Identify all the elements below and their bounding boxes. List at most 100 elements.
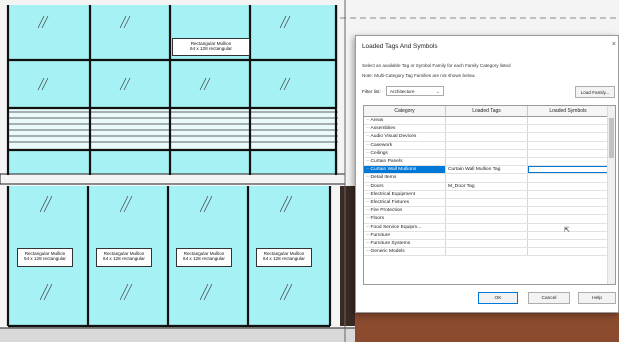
loaded-symbol-cell[interactable] <box>528 207 609 215</box>
loaded-tag-cell[interactable]: Curtain Wall Mullion Tag <box>446 166 528 174</box>
loaded-tag-cell[interactable] <box>446 215 528 223</box>
loaded-tag-cell[interactable] <box>446 248 528 256</box>
loaded-tag-cell[interactable] <box>446 149 528 157</box>
ok-button[interactable]: OK <box>478 292 518 304</box>
table-row[interactable]: ─Detail Items <box>364 174 609 183</box>
category-label: Furniture Systems <box>370 241 411 246</box>
table-row[interactable]: ─Generic Models <box>364 248 609 257</box>
load-family-button[interactable]: Load Family... <box>575 86 615 98</box>
category-cell[interactable]: ─Curtain Panels <box>364 158 446 166</box>
loaded-symbol-cell[interactable] <box>528 149 609 157</box>
category-label: Casework <box>370 142 393 148</box>
table-row[interactable]: ─Furniture Systems <box>364 240 609 249</box>
loaded-symbol-cell[interactable] <box>528 240 609 248</box>
tree-line-icon: ─ <box>366 200 370 205</box>
category-label: Curtain Panels <box>370 159 403 164</box>
loaded-tag-cell[interactable] <box>446 125 528 133</box>
table-row[interactable]: ─Food Service Equipm... <box>364 223 609 232</box>
category-cell[interactable]: ─Curtain Wall Mullions <box>364 166 446 174</box>
category-cell[interactable]: ─Detail Items <box>364 174 446 182</box>
loaded-tag-cell[interactable] <box>446 223 528 231</box>
category-cell[interactable]: ─Ceilings <box>364 149 446 157</box>
category-cell[interactable]: ─Audio Visual Devices <box>364 133 446 141</box>
category-cell[interactable]: ─Electrical Equipment <box>364 190 446 198</box>
loaded-tag-cell[interactable] <box>446 240 528 248</box>
loaded-tags-dialog: Loaded Tags And Symbols × Select an avai… <box>355 35 619 313</box>
tree-line-icon: ─ <box>366 175 370 181</box>
cancel-button[interactable]: Cancel <box>528 292 570 304</box>
close-icon[interactable]: × <box>612 41 616 48</box>
loaded-tag-cell[interactable] <box>446 231 528 239</box>
mullion-tag[interactable]: Rectangular Mullion 64 x 128 rectangular <box>17 248 73 267</box>
category-cell[interactable]: ─Food Service Equipm... <box>364 223 446 231</box>
category-cell[interactable]: ─Generic Models <box>364 248 446 256</box>
loaded-tag-cell[interactable] <box>446 207 528 215</box>
category-cell[interactable]: ─Casework <box>364 141 446 149</box>
category-cell[interactable]: ─Assemblies <box>364 125 446 133</box>
tree-line-icon: ─ <box>366 159 370 164</box>
vertical-scrollbar[interactable] <box>607 106 615 284</box>
chevron-down-icon: ⌄ <box>435 89 440 95</box>
table-row[interactable]: ─Fire Protection <box>364 207 609 216</box>
table-row[interactable]: ─Electrical Fixtures <box>364 199 609 208</box>
loaded-symbol-cell[interactable] <box>528 141 609 149</box>
loaded-tag-cell[interactable]: M_Door Tag <box>446 182 528 190</box>
table-row[interactable]: ─Ceilings <box>364 149 609 158</box>
loaded-tag-cell[interactable] <box>446 141 528 149</box>
category-cell[interactable]: ─Fire Protection <box>364 207 446 215</box>
mullion-tag[interactable]: Rectangular Mullion 64 x 128 rectangular <box>172 38 250 56</box>
category-label: Furniture <box>370 232 391 238</box>
loaded-tag-cell[interactable] <box>446 133 528 141</box>
table-row[interactable]: ─Floors <box>364 215 609 224</box>
tree-line-icon: ─ <box>366 249 370 255</box>
loaded-symbol-cell[interactable] <box>528 248 609 256</box>
loaded-tag-cell[interactable] <box>446 190 528 198</box>
category-cell[interactable]: ─Furniture <box>364 231 446 239</box>
mullion-tag[interactable]: Rectangular Mullion 64 x 128 rectangular <box>176 248 232 267</box>
mullion-tag[interactable]: Rectangular Mullion 64 x 128 rectangular <box>256 248 312 267</box>
scrollbar-thumb[interactable] <box>609 118 614 158</box>
loaded-symbol-cell[interactable] <box>528 190 609 198</box>
filter-dropdown[interactable]: Architecture ⌄ <box>386 86 444 96</box>
category-cell[interactable]: ─Furniture Systems <box>364 240 446 248</box>
column-header-loaded-symbols[interactable]: Loaded Symbols <box>528 106 609 117</box>
loaded-tag-cell[interactable] <box>446 199 528 207</box>
mullion-tag[interactable]: Rectangular Mullion 64 x 128 rectangular <box>96 248 152 267</box>
table-row[interactable]: ─Assemblies <box>364 125 609 134</box>
table-row[interactable]: ─Casework <box>364 141 609 150</box>
mullion-tag-line2: 64 x 128 rectangular <box>263 256 305 261</box>
loaded-tag-cell[interactable] <box>446 158 528 166</box>
category-label: Doors <box>370 183 384 189</box>
table-row[interactable]: ─Curtain Wall Mullions Curtain Wall Mulli… <box>364 166 609 175</box>
loaded-symbol-cell[interactable] <box>528 133 609 141</box>
tree-line-icon: ─ <box>366 118 370 123</box>
loaded-tag-cell[interactable] <box>446 117 528 125</box>
category-label: Generic Models <box>370 249 405 255</box>
table-row[interactable]: ─Doors M_Door Tag <box>364 182 609 191</box>
loaded-symbol-cell[interactable] <box>528 182 609 190</box>
category-cell[interactable]: ─Areas <box>364 117 446 125</box>
loaded-symbol-cell[interactable] <box>528 117 609 125</box>
tree-line-icon: ─ <box>366 142 370 148</box>
table-row[interactable]: ─Audio Visual Devices <box>364 133 609 142</box>
loaded-symbol-cell[interactable] <box>528 199 609 207</box>
table-row[interactable]: ─Curtain Panels <box>364 158 609 167</box>
loaded-symbol-cell[interactable] <box>528 215 609 223</box>
category-cell[interactable]: ─Floors <box>364 215 446 223</box>
column-header-loaded-tags[interactable]: Loaded Tags <box>446 106 528 117</box>
column-header-category[interactable]: Category <box>364 106 446 117</box>
table-row[interactable]: ─Furniture <box>364 231 609 240</box>
table-row[interactable]: ─Areas <box>364 117 609 126</box>
loaded-symbol-cell[interactable] <box>528 166 609 174</box>
help-button[interactable]: Help <box>578 292 616 304</box>
loaded-symbol-cell[interactable] <box>528 158 609 166</box>
tree-line-icon: ─ <box>366 216 370 222</box>
mullion-tag-line2: 64 x 128 rectangular <box>103 256 145 261</box>
tree-line-icon: ─ <box>366 150 370 156</box>
table-row[interactable]: ─Electrical Equipment <box>364 190 609 199</box>
loaded-symbol-cell[interactable] <box>528 125 609 133</box>
loaded-symbol-cell[interactable] <box>528 174 609 182</box>
loaded-tag-cell[interactable] <box>446 174 528 182</box>
category-cell[interactable]: ─Doors <box>364 182 446 190</box>
category-cell[interactable]: ─Electrical Fixtures <box>364 199 446 207</box>
